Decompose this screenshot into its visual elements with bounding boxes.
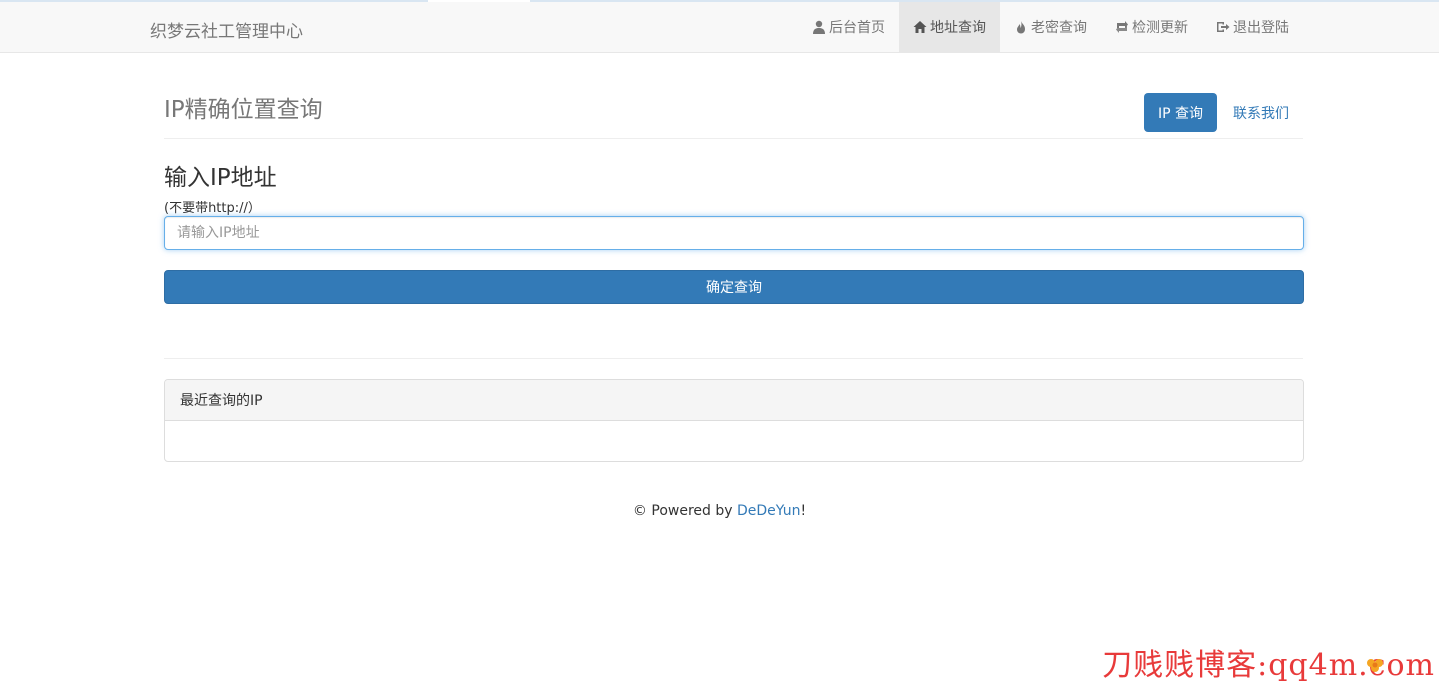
nav-item-dashboard[interactable]: 后台首页 <box>798 2 899 52</box>
footer-suffix: ! <box>800 503 807 519</box>
nav-item-ip-lookup[interactable]: 地址查询 <box>899 2 1000 52</box>
footer-link[interactable]: DeDeYun <box>737 503 800 519</box>
tab-contact-us[interactable]: 联系我们 <box>1219 93 1303 132</box>
nav-item-label: 后台首页 <box>829 20 885 36</box>
submit-query-button[interactable]: 确定查询 <box>164 270 1304 304</box>
footer: © Powered by DeDeYun! <box>0 503 1439 519</box>
user-icon <box>812 20 826 34</box>
nav-item-logout[interactable]: 退出登陆 <box>1202 2 1303 52</box>
header-pills: IP 查询 联系我们 <box>1143 93 1303 132</box>
recent-ip-panel: 最近查询的IP <box>164 379 1304 462</box>
nav-item-password-lookup[interactable]: 老密查询 <box>1000 2 1101 52</box>
panel-heading: 最近查询的IP <box>165 380 1303 421</box>
nav-item-label: 地址查询 <box>930 20 986 36</box>
tab-ip-query[interactable]: IP 查询 <box>1143 93 1217 132</box>
brand-title[interactable]: 织梦云社工管理中心 <box>150 17 303 42</box>
nav-item-label: 退出登陆 <box>1233 20 1289 36</box>
section-title: 输入IP地址 <box>164 165 277 191</box>
retweet-icon <box>1115 20 1129 34</box>
fire-icon <box>1014 20 1028 34</box>
flower-icon <box>1367 659 1383 672</box>
nav-item-label: 老密查询 <box>1031 20 1087 36</box>
page-title: IP精确位置查询 <box>164 97 323 123</box>
input-hint: (不要带http://） <box>164 201 261 216</box>
home-icon <box>913 20 927 34</box>
nav-item-check-update[interactable]: 检测更新 <box>1101 2 1202 52</box>
footer-prefix: © Powered by <box>632 503 737 519</box>
section-divider <box>164 358 1303 359</box>
logout-icon <box>1216 20 1230 34</box>
nav-menu: 后台首页 地址查询 老密查询 检测更新 退出登陆 <box>798 2 1303 52</box>
ip-address-input[interactable] <box>164 216 1304 250</box>
page-header: IP精确位置查询 IP 查询 联系我们 <box>164 88 1303 139</box>
navbar: 织梦云社工管理中心 后台首页 地址查询 老密查询 检测更新 退出登陆 <box>0 2 1439 53</box>
nav-item-label: 检测更新 <box>1132 20 1188 36</box>
